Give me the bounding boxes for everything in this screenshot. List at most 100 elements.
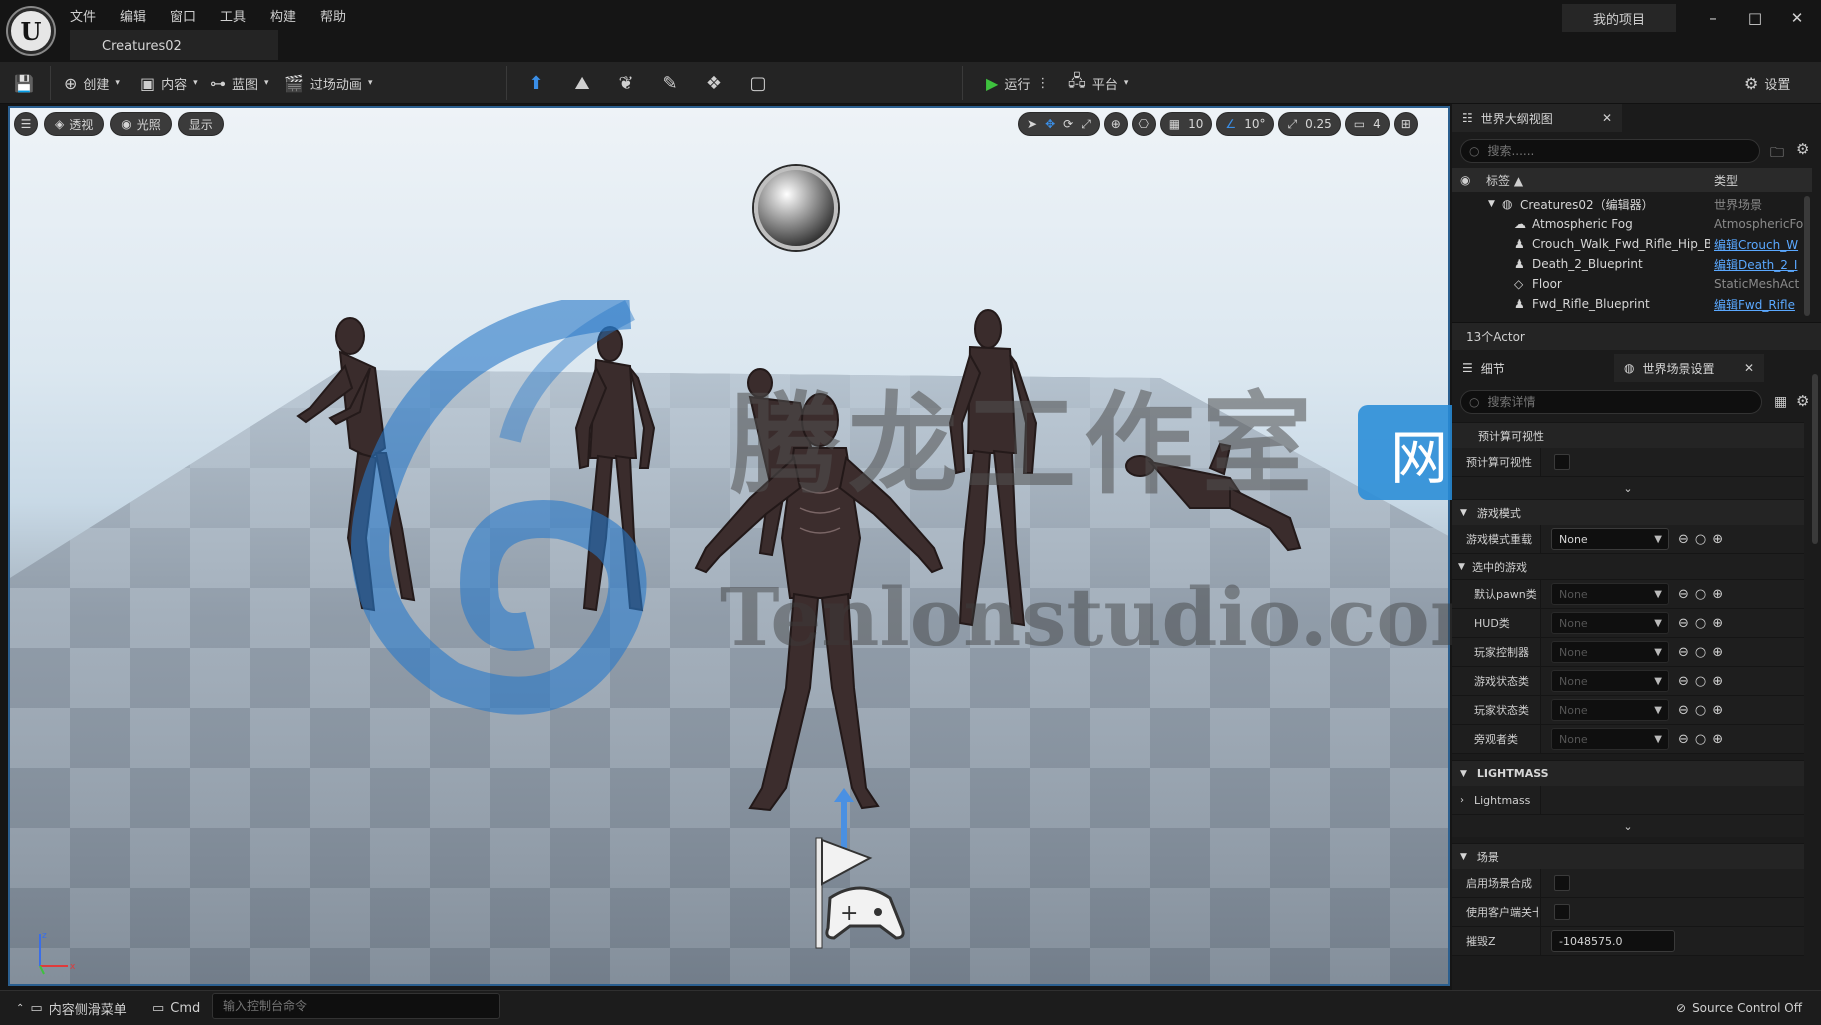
unreal-logo-icon[interactable]: U (8, 8, 54, 54)
prop-divider[interactable] (1540, 696, 1541, 724)
kill-z-input[interactable]: -1048575.0 (1551, 930, 1675, 952)
add-icon[interactable]: ⊕ (1712, 587, 1723, 602)
select-mode-icon[interactable]: ⬆ (522, 69, 550, 97)
add-folder-icon[interactable]: 🗀 (1770, 142, 1784, 166)
scale-icon[interactable]: ⤢ (1081, 117, 1091, 132)
prop-divider[interactable] (1540, 667, 1541, 695)
gear-icon[interactable]: ⚙ (1796, 392, 1809, 410)
outliner-search-input[interactable] (1487, 144, 1751, 158)
menu-edit[interactable]: 编辑 (120, 6, 146, 25)
outliner-scrollbar[interactable] (1804, 196, 1810, 316)
outliner-row-type-link[interactable]: 编辑Fwd_Rifle (1714, 296, 1804, 313)
prop-selected-game-mode[interactable]: ▼ 选中的游戏 (1452, 554, 1804, 580)
details-search-input[interactable] (1487, 395, 1753, 409)
menu-tools[interactable]: 工具 (220, 6, 246, 25)
details-search[interactable]: ○ (1460, 390, 1762, 414)
outliner-row[interactable]: ◇ Floor StaticMeshAct (1452, 274, 1812, 294)
prop-divider[interactable] (1540, 898, 1541, 926)
column-type[interactable]: 类型 (1714, 172, 1738, 189)
add-icon[interactable]: ⊕ (1712, 703, 1723, 718)
outliner-row[interactable]: ♟ Crouch_Walk_Fwd_Rifle_Hip_B 编辑Crouch_W (1452, 234, 1812, 254)
select-arrow-icon[interactable]: ➤ (1027, 117, 1037, 131)
visibility-eye-icon[interactable]: ◉ (1460, 173, 1470, 187)
reset-arrow-icon[interactable]: ⊖ (1678, 587, 1689, 602)
prop-divider[interactable] (1540, 725, 1541, 753)
prop-divider[interactable] (1540, 448, 1541, 476)
rotate-icon[interactable]: ⟳ (1063, 117, 1073, 131)
browse-search-icon[interactable]: ○ (1695, 645, 1706, 660)
prop-divider[interactable] (1540, 927, 1541, 955)
reset-arrow-icon[interactable]: ⊖ (1678, 703, 1689, 718)
game-state-dropdown[interactable]: None ▼ (1551, 670, 1669, 692)
section-game-mode[interactable]: ▼ 游戏模式 (1452, 499, 1804, 525)
close-icon[interactable]: ✕ (1782, 6, 1812, 30)
reset-arrow-icon[interactable]: ⊖ (1678, 616, 1689, 631)
prop-divider[interactable] (1540, 638, 1541, 666)
reset-arrow-icon[interactable]: ⊖ (1678, 532, 1689, 547)
section-precompute[interactable]: 预计算可视性 (1452, 422, 1804, 448)
save-button[interactable]: 💾 (14, 68, 34, 98)
show-button[interactable]: 显示 (177, 112, 224, 136)
viewport-menu-button[interactable]: ☰ (14, 112, 38, 136)
game-mode-dropdown[interactable]: None ▼ (1551, 528, 1669, 550)
world-local-toggle[interactable]: ⊕ (1103, 112, 1128, 136)
world-composition-checkbox[interactable] (1554, 875, 1570, 891)
menu-help[interactable]: 帮助 (320, 6, 346, 25)
cmd-button[interactable]: ▭ Cmd (152, 996, 200, 1020)
prop-divider[interactable] (1540, 525, 1541, 553)
scale-snap-button[interactable]: ⤢ 0.25 (1278, 112, 1341, 136)
content-button[interactable]: ▣ 内容 ▾ (140, 68, 198, 98)
project-name[interactable]: 我的项目 (1562, 4, 1676, 32)
details-tab[interactable]: ☰ 细节 (1452, 354, 1612, 382)
menu-file[interactable]: 文件 (70, 6, 96, 25)
prop-divider[interactable] (1540, 580, 1541, 608)
spectator-class-dropdown[interactable]: None ▼ (1551, 728, 1669, 750)
add-icon[interactable]: ⊕ (1712, 674, 1723, 689)
translate-icon[interactable]: ✥ (1045, 117, 1055, 131)
add-icon[interactable]: ⊕ (1712, 645, 1723, 660)
level-viewport[interactable]: ☰ ◈ 透视 ◉ 光照 显示 ➤ ✥ ⟳ ⤢ ⊕ ⎔ ▦ 10 ∠ 10° ⤢ 0.25 … (8, 106, 1450, 986)
column-label[interactable]: 标签 ▲ (1486, 172, 1523, 189)
add-icon[interactable]: ⊕ (1712, 732, 1723, 747)
surface-snap-toggle[interactable]: ⎔ (1131, 112, 1156, 136)
rotation-snap-button[interactable]: ∠ 10° (1216, 112, 1275, 136)
skylight-sphere[interactable] (754, 166, 838, 250)
grid-snap-button[interactable]: ▦ 10 (1159, 112, 1213, 136)
perspective-button[interactable]: ◈ 透视 (44, 112, 105, 136)
reset-arrow-icon[interactable]: ⊖ (1678, 674, 1689, 689)
prop-divider[interactable] (1540, 609, 1541, 637)
section-scene[interactable]: ▼ 场景 (1452, 843, 1804, 869)
outliner-row-type-link[interactable]: 编辑Crouch_W (1714, 236, 1804, 253)
player-controller-dropdown[interactable]: None ▼ (1551, 641, 1669, 663)
precompute-visibility-checkbox[interactable] (1554, 454, 1570, 470)
outliner-search[interactable]: ○ (1460, 139, 1760, 163)
cinematics-button[interactable]: 🎬 过场动画 ▾ (284, 68, 372, 98)
client-side-level-checkbox[interactable] (1554, 904, 1570, 920)
maximize-icon[interactable]: □ (1740, 6, 1770, 30)
menu-window[interactable]: 窗口 (170, 6, 196, 25)
gear-icon[interactable]: ⚙ (1796, 140, 1809, 158)
source-control-button[interactable]: ⊘ Source Control Off (1676, 996, 1802, 1020)
console-command-input[interactable] (212, 993, 500, 1019)
default-pawn-dropdown[interactable]: None ▼ (1551, 583, 1669, 605)
table-view-icon[interactable]: ▦ (1774, 394, 1787, 410)
prop-divider[interactable] (1540, 869, 1541, 897)
browse-search-icon[interactable]: ○ (1695, 703, 1706, 718)
minimize-icon[interactable]: – (1698, 6, 1728, 30)
create-button[interactable]: ⊕ 创建 ▾ (64, 68, 120, 98)
settings-button[interactable]: ⚙ 设置 (1744, 68, 1790, 98)
browse-search-icon[interactable]: ○ (1695, 674, 1706, 689)
outliner-row[interactable]: ☁ Atmospheric Fog AtmosphericFo (1452, 214, 1812, 234)
outliner-row[interactable]: ▼ ◍ Creatures02（编辑器） 世界场景 (1452, 194, 1812, 214)
viewport-layout-button[interactable]: ⊞ (1393, 112, 1418, 136)
prop-lightmass[interactable]: › Lightmass (1452, 786, 1804, 815)
reset-arrow-icon[interactable]: ⊖ (1678, 645, 1689, 660)
add-icon[interactable]: ⊕ (1712, 616, 1723, 631)
geometry-mode-icon[interactable]: ▢ (744, 69, 772, 97)
browse-search-icon[interactable]: ○ (1695, 587, 1706, 602)
level-tab[interactable]: Creatures02 (70, 30, 278, 60)
fracture-mode-icon[interactable]: ❖ (700, 69, 728, 97)
camera-speed-button[interactable]: ▭ 4 (1344, 112, 1390, 136)
player-state-dropdown[interactable]: None ▼ (1551, 699, 1669, 721)
foliage-mode-icon[interactable]: ❦ (612, 69, 640, 97)
